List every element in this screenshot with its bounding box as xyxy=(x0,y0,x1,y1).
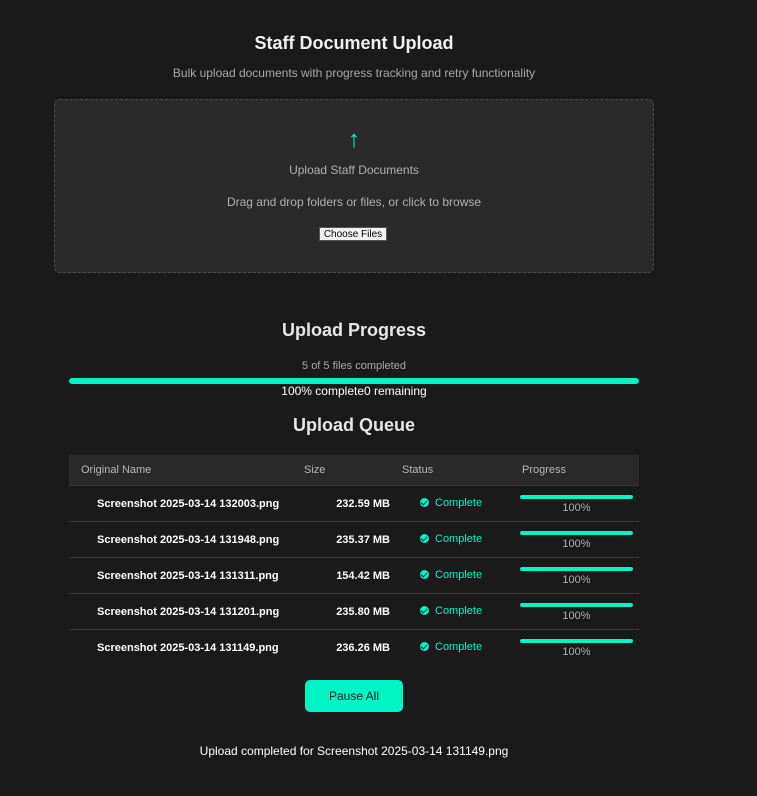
file-progress: 100% xyxy=(510,630,639,666)
row-progress-fill xyxy=(520,531,633,535)
table-row: Screenshot 2025-03-14 131948.png 235.37 M… xyxy=(69,521,639,558)
file-progress: 100% xyxy=(510,557,639,594)
file-size: 235.80 MB xyxy=(292,593,390,630)
table-row: Screenshot 2025-03-14 132003.png 232.59 M… xyxy=(69,485,639,522)
status-label: Complete xyxy=(435,532,483,545)
file-status: Complete xyxy=(390,630,510,666)
column-header-size: Size xyxy=(292,455,390,486)
status-badge: Complete xyxy=(420,641,482,653)
table-row: Screenshot 2025-03-14 131201.png 235.80 M… xyxy=(69,593,639,630)
row-progress-fill xyxy=(520,495,633,499)
file-status: Complete xyxy=(390,593,510,630)
table-row: Screenshot 2025-03-14 131149.png 236.26 M… xyxy=(69,630,639,666)
check-circle-icon xyxy=(420,498,429,508)
row-progress-percent: 100% xyxy=(562,502,591,514)
status-message: Upload completed for Screenshot 2025-03-… xyxy=(199,744,509,758)
check-circle-icon xyxy=(420,642,429,652)
upload-progress-title: Upload Progress xyxy=(281,320,427,340)
row-progress-percent: 100% xyxy=(562,538,591,550)
file-progress: 100% xyxy=(510,521,639,558)
dropzone[interactable]: ↑ Upload Staff Documents Drag and drop f… xyxy=(54,99,654,273)
check-circle-icon xyxy=(420,606,429,616)
status-label: Complete xyxy=(435,496,483,509)
row-progress-bar xyxy=(520,567,633,571)
row-progress-bar xyxy=(520,495,633,499)
file-name: Screenshot 2025-03-14 131311.png xyxy=(69,557,292,594)
file-status: Complete xyxy=(390,521,510,558)
file-size: 154.42 MB xyxy=(292,557,390,594)
row-progress-bar xyxy=(520,639,633,643)
column-header-status: Status xyxy=(390,455,510,486)
pause-all-button[interactable]: Pause All xyxy=(305,680,403,712)
upload-queue-table: Original Name Size Status Progress Scree… xyxy=(69,455,639,665)
row-progress-fill xyxy=(520,639,633,643)
file-status: Complete xyxy=(390,557,510,594)
status-label: Complete xyxy=(435,604,483,617)
row-progress-fill xyxy=(520,567,633,571)
row-progress-bar xyxy=(520,531,633,535)
row-progress-percent: 100% xyxy=(562,574,591,586)
table-header-row: Original Name Size Status Progress xyxy=(69,455,639,486)
file-size: 232.59 MB xyxy=(292,485,390,522)
overall-progress-stats: 100% complete0 remaining xyxy=(281,384,427,398)
status-badge: Complete xyxy=(420,533,482,545)
row-progress-fill xyxy=(520,603,633,607)
file-name: Screenshot 2025-03-14 131948.png xyxy=(69,521,292,558)
upload-arrow-icon: ↑ xyxy=(348,126,360,153)
file-size: 235.37 MB xyxy=(292,521,390,558)
row-progress-percent: 100% xyxy=(562,646,591,658)
status-badge: Complete xyxy=(420,569,482,581)
status-label: Complete xyxy=(435,640,483,653)
progress-count: 5 of 5 files completed xyxy=(302,360,406,372)
file-name: Screenshot 2025-03-14 131149.png xyxy=(97,641,279,654)
column-header-progress: Progress xyxy=(510,455,639,486)
check-circle-icon xyxy=(420,534,429,544)
file-progress: 100% xyxy=(510,485,639,522)
check-circle-icon xyxy=(420,570,429,580)
status-label: Complete xyxy=(435,568,483,581)
file-size: 236.26 MB xyxy=(336,641,390,654)
status-badge: Complete xyxy=(420,605,482,617)
row-progress-percent: 100% xyxy=(562,610,591,622)
file-name: Screenshot 2025-03-14 132003.png xyxy=(69,485,292,522)
table-row: Screenshot 2025-03-14 131311.png 154.42 M… xyxy=(69,557,639,594)
page-title: Staff Document Upload xyxy=(254,33,454,53)
file-status: Complete xyxy=(390,485,510,522)
dropzone-hint: Drag and drop folders or files, or click… xyxy=(226,195,482,209)
page-subtitle: Bulk upload documents with progress trac… xyxy=(172,66,536,80)
status-badge: Complete xyxy=(420,497,482,509)
column-header-name: Original Name xyxy=(69,455,292,486)
upload-queue-title: Upload Queue xyxy=(292,415,415,435)
dropzone-title: Upload Staff Documents xyxy=(289,163,419,177)
file-name: Screenshot 2025-03-14 131201.png xyxy=(69,593,292,630)
row-progress-bar xyxy=(520,603,633,607)
upload-page: Staff Document Upload Bulk upload docume… xyxy=(0,0,757,796)
file-progress: 100% xyxy=(510,593,639,630)
choose-files-button[interactable]: Choose Files xyxy=(319,227,387,241)
